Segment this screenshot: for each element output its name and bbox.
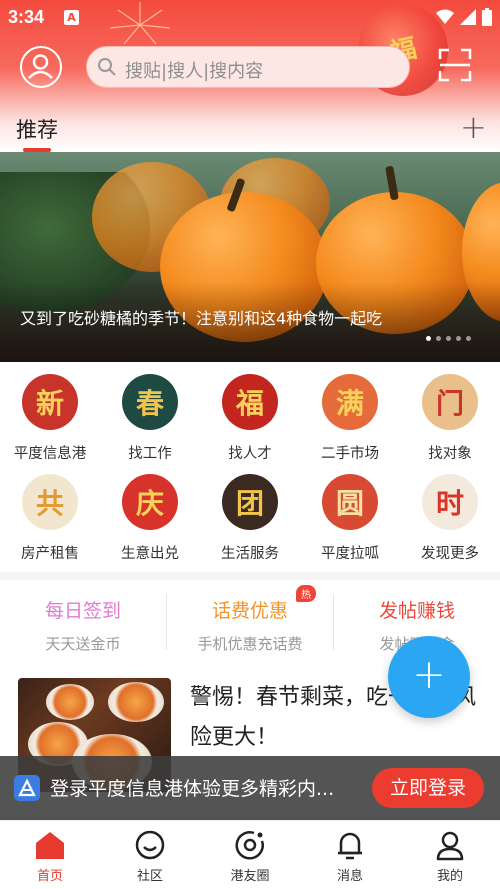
category-item[interactable]: 圆 平度拉呱 [300,472,400,570]
hot-badge: 热 [296,585,316,602]
wifi-icon [436,9,454,24]
category-label: 房产租售 [21,546,79,562]
category-item[interactable]: 门 找对象 [400,372,500,470]
category-label: 二手市场 [321,446,379,462]
thumbnail-dish [46,684,94,720]
category-item[interactable]: 福 找人才 [200,372,300,470]
nav-messages[interactable]: 消息 [300,821,400,889]
community-icon [135,830,165,860]
nav-label: 港友圈 [230,869,270,884]
home-icon [36,832,64,859]
profile-icon [436,831,464,861]
carousel-dot[interactable] [426,336,431,341]
status-time: 3:34 [8,7,45,27]
category-icon: 团 [222,474,278,530]
daily-checkin-card[interactable]: 每日签到 天天送金币 [0,590,166,660]
category-label: 平度信息港 [13,446,87,462]
search-icon [98,58,116,76]
category-item[interactable]: 团 生活服务 [200,472,300,570]
category-label: 找对象 [428,446,472,462]
category-item[interactable]: 时 发现更多 [400,472,500,570]
add-tab-button[interactable]: + [460,111,487,143]
promo-subtitle: 手机优惠充话费 [197,635,303,653]
category-label: 发现更多 [421,546,479,562]
app-logo-icon [14,775,40,801]
search-placeholder: 搜贴|搜人|搜内容 [125,61,264,82]
category-icon: 庆 [122,474,178,530]
status-icons [436,8,492,26]
app-notification-icon: A [64,10,79,25]
promo-title: 每日签到 [44,600,121,622]
tab-row: 推荐 + [0,110,500,152]
carousel-dot[interactable] [456,336,461,341]
signal-icon [460,9,476,25]
category-icon: 新 [22,374,78,430]
login-prompt-text: 登录平度信息港体验更多精彩内... [50,778,335,800]
profile-avatar-button[interactable] [20,46,62,88]
nav-home[interactable]: 首页 [0,821,100,889]
category-grid: 新 平度信息港 春 找工作 福 找人才 满 二手市场 门 找对象 共 房产租售 … [0,372,500,568]
login-button[interactable]: 立即登录 [372,768,484,808]
category-icon: 共 [22,474,78,530]
category-item[interactable]: 新 平度信息港 [0,372,100,470]
category-label: 生活服务 [221,546,279,562]
category-label: 平度拉呱 [321,546,379,562]
banner-carousel[interactable]: 又到了吃砂糖橘的季节！注意别和这4种食物一起吃 [0,152,500,362]
category-icon: 春 [122,374,178,430]
search-input[interactable]: 搜贴|搜人|搜内容 [86,46,410,88]
nav-label: 首页 [36,869,63,884]
carousel-dot[interactable] [466,336,471,341]
nav-profile[interactable]: 我的 [400,821,500,889]
section-divider [0,572,500,580]
circle-icon [235,831,264,860]
category-label: 找工作 [128,446,172,462]
category-icon: 福 [222,374,278,430]
carousel-dot[interactable] [446,336,451,341]
category-item[interactable]: 共 房产租售 [0,472,100,570]
login-prompt-bar: 登录平度信息港体验更多精彩内... 立即登录 [0,756,500,820]
scan-icon[interactable] [438,48,472,82]
status-bar: 3:34 A [0,0,500,34]
promo-subtitle: 天天送金币 [45,635,121,653]
category-icon: 圆 [322,474,378,530]
category-icon: 门 [422,374,478,430]
promo-title: 发帖赚钱 [378,600,455,622]
nav-friends-circle[interactable]: 港友圈 [200,821,300,889]
bottom-navigation: 首页 社区 港友圈 消息 我的 [0,820,500,888]
battery-icon [482,8,492,26]
category-item[interactable]: 庆 生意出兑 [100,472,200,570]
thumbnail-dish [108,682,164,722]
carousel-dot[interactable] [436,336,441,341]
category-label: 生意出兑 [121,546,179,562]
category-icon: 时 [422,474,478,530]
header: 福 3:34 A 搜贴|搜人|搜内容 推荐 + [0,0,500,152]
user-icon [28,54,53,79]
nav-label: 社区 [136,869,163,884]
create-post-button[interactable]: + [388,636,470,718]
bell-icon [338,832,362,860]
nav-label: 消息 [336,869,363,884]
carousel-dots [426,336,471,341]
category-item[interactable]: 春 找工作 [100,372,200,470]
category-label: 找人才 [228,446,272,462]
category-item[interactable]: 满 二手市场 [300,372,400,470]
tab-recommend[interactable]: 推荐 [16,114,58,144]
nav-label: 我的 [436,869,463,884]
category-icon: 满 [322,374,378,430]
banner-caption: 又到了吃砂糖橘的季节！注意别和这4种食物一起吃 [20,309,383,328]
nav-community[interactable]: 社区 [100,821,200,889]
